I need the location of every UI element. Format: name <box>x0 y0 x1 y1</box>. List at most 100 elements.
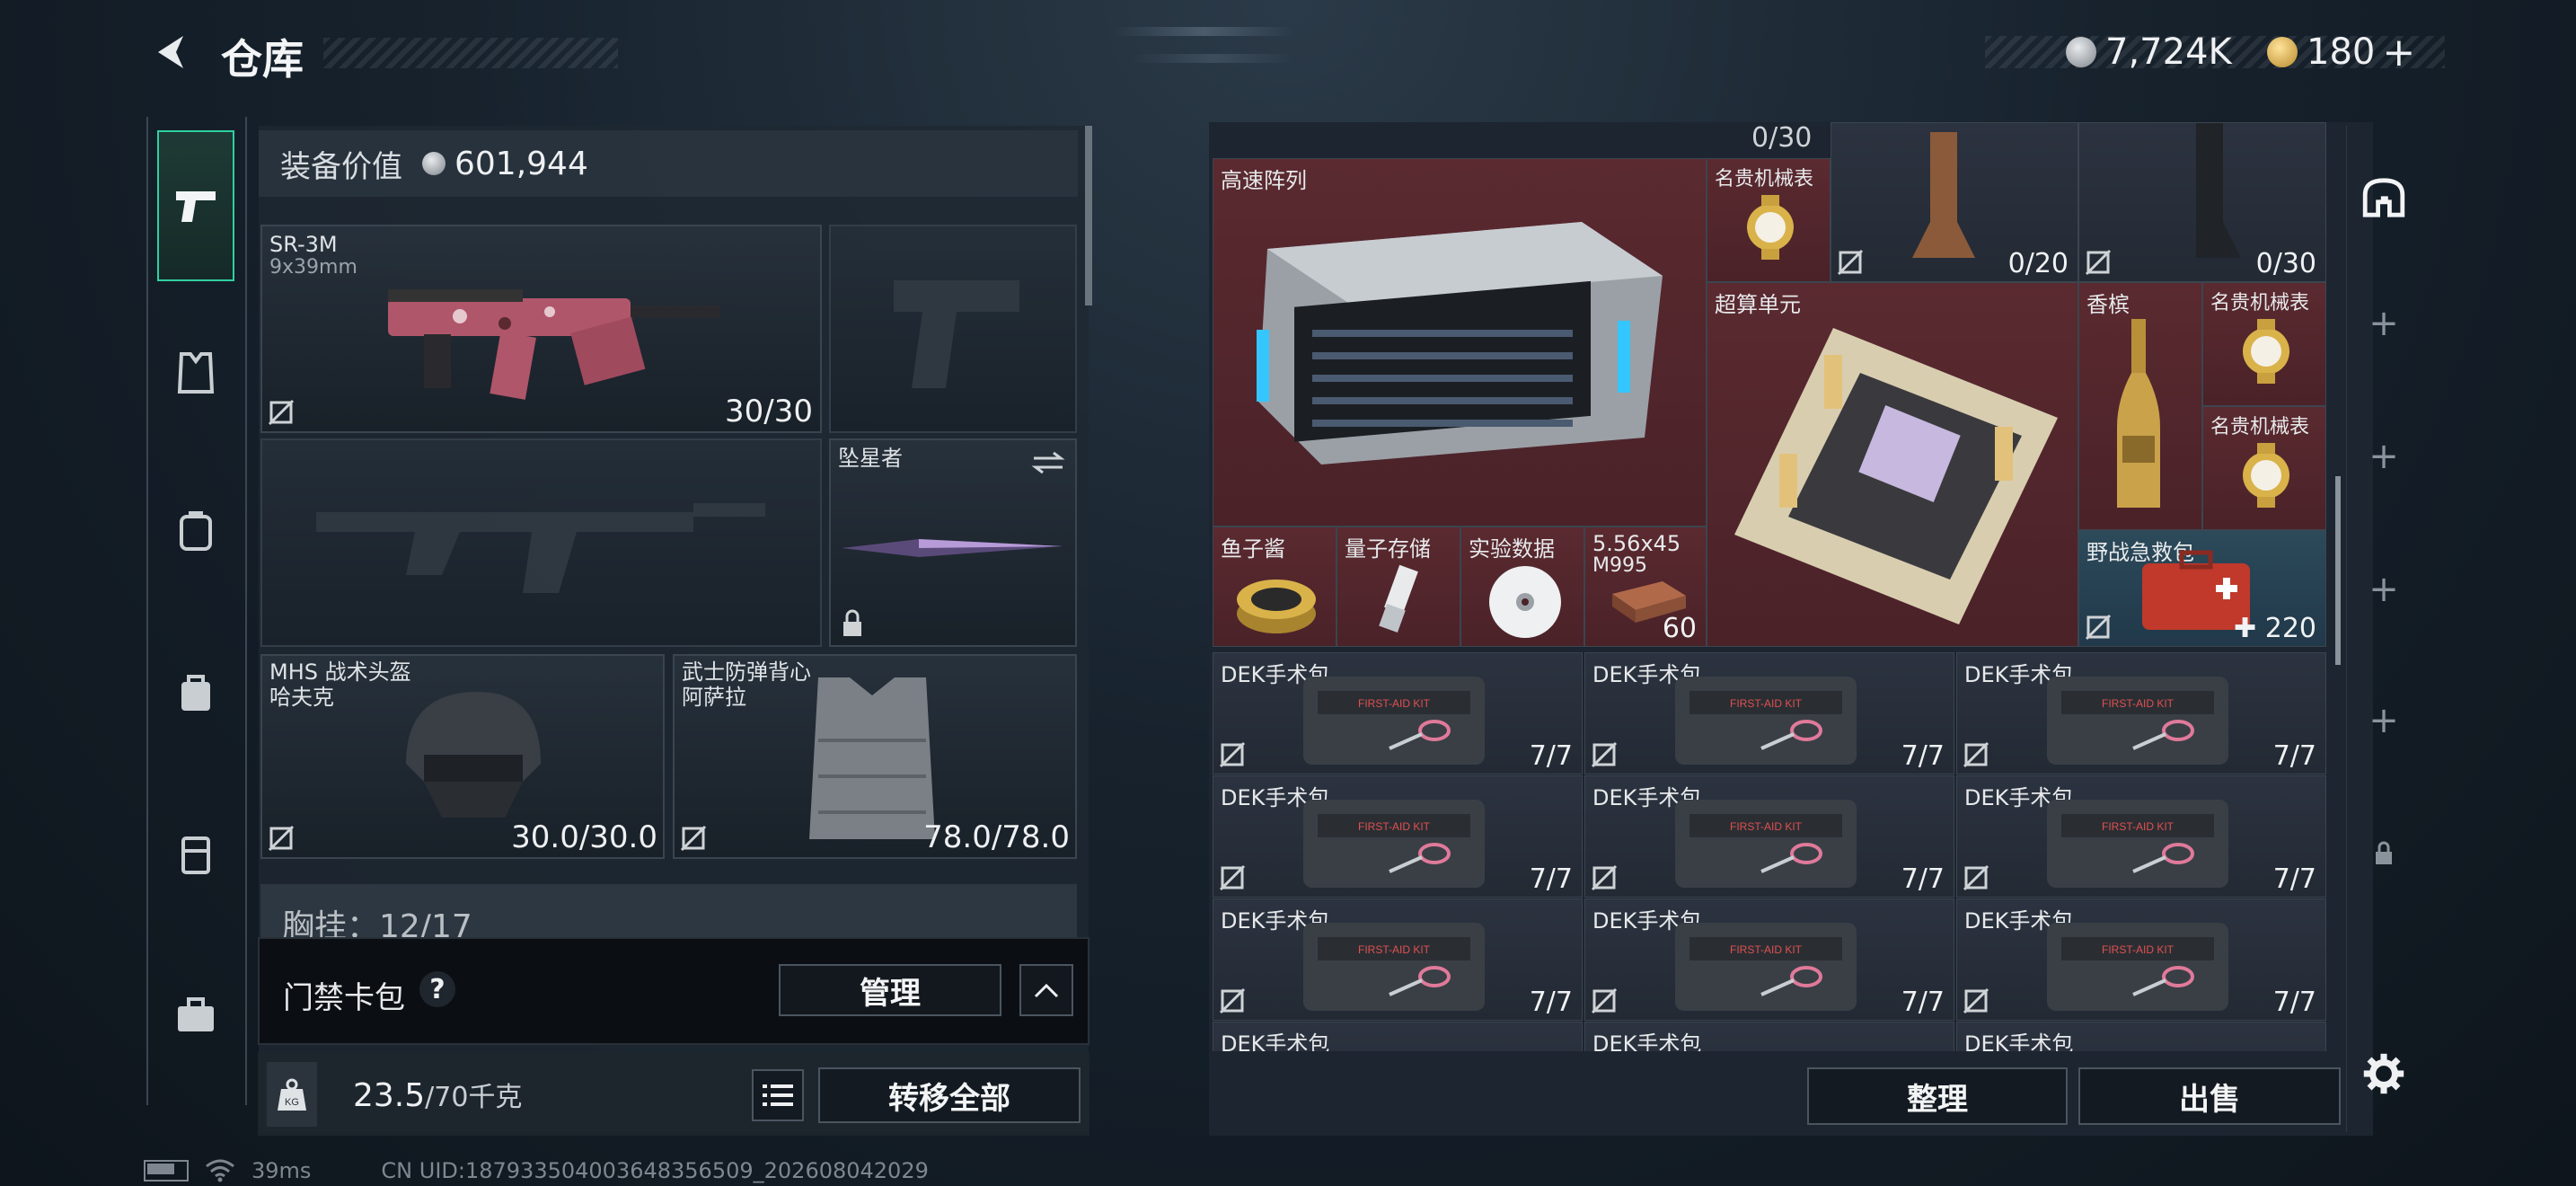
lock-icon <box>843 609 861 636</box>
warehouse-icon <box>2362 178 2405 217</box>
equipment-value: 装备价值 601,944 <box>259 130 1078 197</box>
item-dek-kit[interactable]: DEK手术包 FIRST-AID KIT 7/7 <box>1956 652 2326 774</box>
collapse-button[interactable] <box>1019 964 1073 1016</box>
sell-button[interactable]: 出售 <box>2078 1067 2341 1125</box>
item-stock-slot[interactable]: 0/20 <box>1831 122 2078 282</box>
stock-image <box>2196 123 2241 258</box>
sort-button[interactable]: 整理 <box>1807 1067 2068 1125</box>
no-trade-icon <box>1591 741 1618 768</box>
manage-button[interactable]: 管理 <box>779 964 1001 1016</box>
settings-button[interactable] <box>2362 1042 2405 1105</box>
item-count: 0/30 <box>2255 248 2316 279</box>
item-experimental-data[interactable]: 实验数据 <box>1460 527 1584 647</box>
add-storage-tab[interactable]: + <box>2362 296 2405 350</box>
melee-slot[interactable]: 坠星者 <box>829 438 1077 647</box>
helmet-slot[interactable]: MHS 战术头盔 哈夫克 30.0/30.0 <box>260 654 665 859</box>
locked-storage-tab[interactable] <box>2362 831 2405 876</box>
tab-weapons[interactable] <box>157 130 234 281</box>
weapon-name: SR-3M <box>269 232 338 257</box>
tab-toolbox[interactable] <box>157 966 234 1065</box>
pistol-icon <box>176 191 216 222</box>
secondary-weapon-slot[interactable] <box>260 438 822 647</box>
surgical-kit-image: FIRST-AID KIT <box>1675 923 1857 1011</box>
chest-rig-header[interactable]: 胸挂：12/17 <box>260 884 1077 938</box>
item-dek-kit[interactable]: DEK手术包 FIRST-AID KIT 7/7 <box>1956 898 2326 1021</box>
chevron-up-icon <box>1034 983 1059 998</box>
item-dek-kit[interactable]: DEK手术包 <box>1213 1022 1583 1051</box>
compute-board-image <box>1734 328 2058 624</box>
item-caviar[interactable]: 鱼子酱 <box>1213 527 1337 647</box>
item-compute-unit[interactable]: 超算单元 <box>1707 282 2078 647</box>
no-trade-icon <box>1837 249 1864 276</box>
item-high-speed-array[interactable]: 高速阵列 <box>1213 158 1707 527</box>
armor-durability: 78.0/78.0 <box>923 819 1070 855</box>
armor-slot[interactable]: 武士防弹背心 阿萨拉 78.0/78.0 <box>673 654 1077 859</box>
pistol-slot[interactable] <box>829 225 1077 433</box>
item-luxury-watch[interactable]: 名贵机械表 <box>1707 158 1831 282</box>
item-dek-kit[interactable]: DEK手术包 FIRST-AID KIT 7/7 <box>1956 775 2326 898</box>
currency-2[interactable]: 180 + <box>2267 29 2415 75</box>
no-trade-icon <box>1219 987 1246 1014</box>
item-count: 0/20 <box>2007 248 2069 279</box>
loadout-scrollbar[interactable] <box>1085 126 1092 305</box>
item-count: 7/7 <box>1901 863 1945 895</box>
item-field-first-aid[interactable]: 野战急救包 ✚ 220 <box>2078 530 2326 647</box>
caviar-tin-image <box>1237 580 1316 633</box>
item-stock-slot[interactable]: 0/30 <box>2078 122 2326 282</box>
weight-current: 23.5 <box>353 1077 426 1114</box>
item-dek-kit[interactable]: DEK手术包 FIRST-AID KIT 7/7 <box>1584 775 1954 898</box>
transfer-all-button[interactable]: 转移全部 <box>818 1067 1081 1123</box>
item-label: 香槟 <box>2086 292 2130 317</box>
item-label: DEK手术包 <box>1964 1031 2074 1051</box>
plus-icon: + <box>2369 303 2399 344</box>
tab-backpack[interactable] <box>157 481 234 580</box>
primary-weapon-slot[interactable]: SR-3M 9x39mm 30/30 <box>260 225 822 433</box>
wifi-icon <box>206 1159 234 1182</box>
no-trade-icon <box>268 825 295 852</box>
no-trade-icon <box>1963 864 1989 891</box>
item-dek-kit[interactable]: DEK手术包 FIRST-AID KIT 7/7 <box>1213 652 1583 774</box>
svg-text:FIRST-AID KIT: FIRST-AID KIT <box>1730 697 1803 710</box>
add-currency-button[interactable]: + <box>2382 30 2415 75</box>
no-trade-icon <box>1591 987 1618 1014</box>
item-count: ✚ 220 <box>2234 613 2316 644</box>
gold-coin-icon <box>2267 37 2298 67</box>
item-luxury-watch[interactable]: 名贵机械表 <box>2202 282 2326 406</box>
add-storage-tab[interactable]: + <box>2362 694 2405 748</box>
item-ammo[interactable]: 5.56x45 M995 60 <box>1584 527 1707 647</box>
item-dek-kit[interactable]: DEK手术包 FIRST-AID KIT 7/7 <box>1584 898 1954 1021</box>
item-dek-kit[interactable]: DEK手术包 FIRST-AID KIT 7/7 <box>1213 775 1583 898</box>
help-icon[interactable]: ? <box>419 971 455 1007</box>
tab-bag[interactable] <box>157 642 234 741</box>
tab-armor[interactable] <box>157 323 234 422</box>
add-storage-tab[interactable]: + <box>2362 562 2405 616</box>
helmet-durability: 30.0/30.0 <box>511 819 657 855</box>
swap-icon[interactable] <box>1030 449 1066 476</box>
surgical-kit-image: FIRST-AID KIT <box>1303 677 1485 765</box>
back-button[interactable] <box>146 27 196 77</box>
currency-1: 7,724K <box>2066 29 2232 75</box>
item-label: 5.56x45 <box>1592 531 1681 556</box>
plus-icon: + <box>2369 569 2399 610</box>
title-decoration <box>323 38 618 68</box>
item-dek-kit[interactable]: DEK手术包 <box>1584 1022 1954 1051</box>
tab-container[interactable] <box>157 804 234 903</box>
add-storage-tab[interactable]: + <box>2362 429 2405 483</box>
item-dek-kit[interactable]: DEK手术包 <box>1956 1022 2326 1051</box>
item-champagne[interactable]: 香槟 <box>2078 282 2202 530</box>
weapon-ammo: 9x39mm <box>269 256 357 279</box>
item-dek-kit[interactable]: DEK手术包 FIRST-AID KIT 7/7 <box>1584 652 1954 774</box>
item-dek-kit[interactable]: DEK手术包 FIRST-AID KIT 7/7 <box>1213 898 1583 1021</box>
item-label: 名贵机械表 <box>2210 292 2310 314</box>
item-label: 名贵机械表 <box>1715 168 1814 190</box>
list-view-button[interactable] <box>752 1069 804 1121</box>
bg-light-streak <box>1114 27 1293 36</box>
surgical-kit-image: FIRST-AID KIT <box>1303 800 1485 888</box>
no-trade-icon <box>2085 249 2112 276</box>
disc-image <box>1489 566 1561 638</box>
item-luxury-watch[interactable]: 名贵机械表 <box>2202 406 2326 530</box>
surgical-kit-image: FIRST-AID KIT <box>2047 923 2228 1011</box>
storage-tab-main[interactable] <box>2362 153 2405 243</box>
item-quantum-storage[interactable]: 量子存储 <box>1337 527 1460 647</box>
inventory-scrollbar[interactable] <box>2335 476 2341 665</box>
